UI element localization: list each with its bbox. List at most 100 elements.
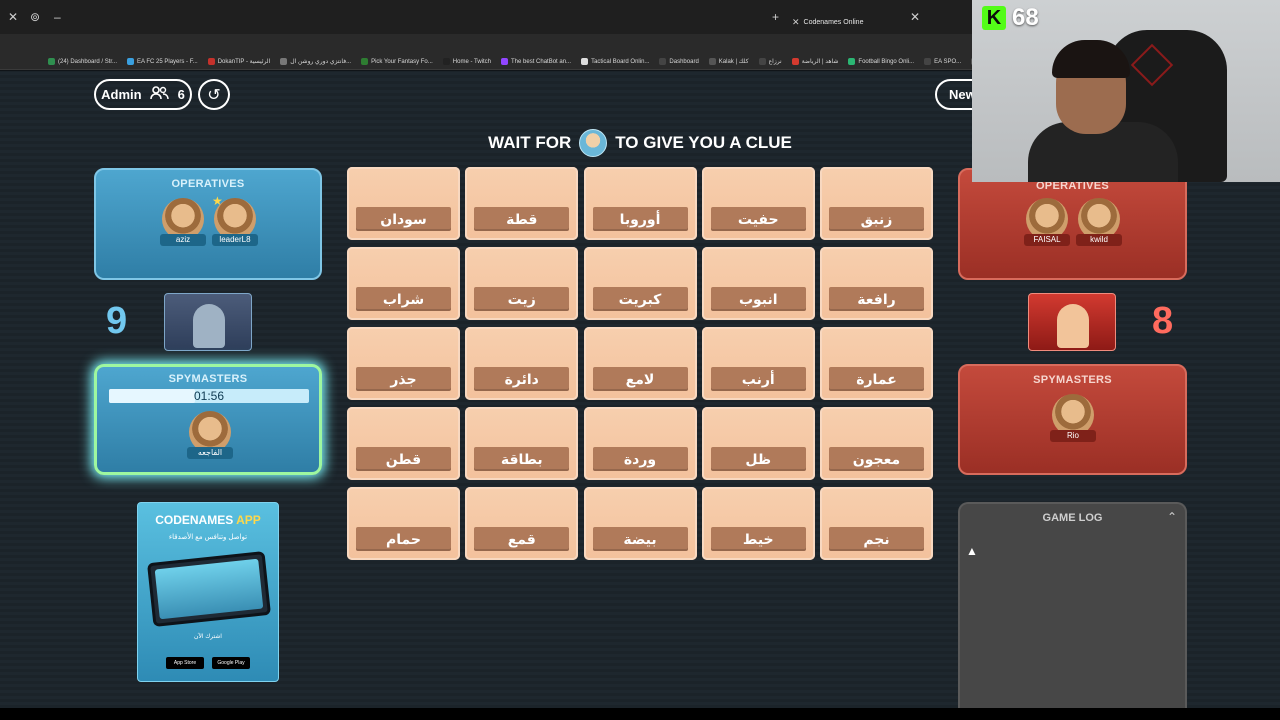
player-name: aziz — [160, 234, 206, 246]
spymaster-avatar-icon — [579, 129, 608, 157]
bookmark-favicon-icon — [48, 58, 55, 65]
word-card[interactable]: قطة — [465, 167, 579, 240]
bookmark-item[interactable]: (24) Dashboard / Str... — [48, 58, 117, 65]
bookmark-item[interactable]: Pick Your Fantasy Fo... — [361, 58, 433, 65]
bookmark-label: Dashboard — [669, 58, 699, 65]
google-play-badge[interactable]: Google Play — [212, 657, 250, 669]
blue-agent-card — [164, 293, 252, 351]
word-card[interactable]: خيط — [701, 487, 815, 560]
new-tab-icon[interactable]: + — [772, 10, 779, 24]
red-agent-card — [1028, 293, 1116, 351]
word-card[interactable]: قطن — [347, 407, 460, 480]
word-card[interactable]: حفيت — [701, 167, 815, 240]
bookmark-favicon-icon — [501, 58, 509, 65]
word-card[interactable]: أوروبا — [583, 167, 697, 240]
bookmark-item[interactable]: EA FC 25 Players - F... — [127, 58, 198, 65]
mouse-cursor-icon: ▲ — [966, 544, 978, 558]
red-score: 8 — [1152, 300, 1174, 342]
bookmark-item[interactable]: شاهد | الرياضة — [791, 58, 838, 65]
blue-spymasters-title: SPYMASTERS — [168, 373, 248, 385]
bookmark-label: Football Bingo Onli... — [858, 58, 915, 65]
bookmark-item[interactable]: Kalak | كلك — [708, 58, 749, 65]
tab-codenames[interactable]: ✕ Codenames Online — [792, 13, 863, 31]
reset-button[interactable]: ↺ — [198, 79, 230, 110]
bookmark-item[interactable]: Home - Twitch — [442, 58, 491, 65]
word-card[interactable]: زيت — [465, 247, 579, 320]
word-card-label: أرنب — [710, 367, 806, 391]
bookmark-label: Kalak | كلك — [718, 59, 749, 65]
clue-banner: WAIT FOR TO GIVE YOU A CLUE — [440, 128, 840, 158]
bookmark-favicon-icon — [708, 58, 716, 65]
word-card[interactable]: سودان — [347, 167, 460, 240]
word-card[interactable]: بطاقة — [465, 407, 579, 480]
word-card[interactable]: زنبق — [820, 167, 933, 240]
word-card[interactable]: لامع — [583, 327, 697, 400]
word-card[interactable]: انبوب — [701, 247, 815, 320]
game-log-panel[interactable]: GAME LOG ⌃ — [958, 502, 1187, 708]
admin-button[interactable]: Admin 6 — [94, 79, 192, 110]
viewer-count: 68 — [1012, 4, 1039, 31]
tablet-screen — [154, 558, 264, 620]
word-card[interactable]: عمارة — [820, 327, 933, 400]
word-card[interactable]: جذر — [347, 327, 460, 400]
bookmark-item[interactable]: The best ChatBot an... — [501, 58, 571, 65]
close-window-icon[interactable]: ✕ — [8, 10, 18, 24]
blue-score: 9 — [106, 300, 128, 342]
bookmark-favicon-icon — [207, 58, 215, 65]
blue-operatives-panel: OPERATIVES aziz ★ leaderL8 — [94, 168, 322, 280]
bookmark-favicon-icon — [659, 58, 667, 65]
word-card-label: زنبق — [829, 207, 924, 231]
word-card[interactable]: وردة — [583, 407, 697, 480]
player-name: leaderL8 — [212, 234, 258, 246]
bookmark-item[interactable]: Dashboard — [659, 58, 699, 65]
word-card[interactable]: ظل — [701, 407, 815, 480]
bookmark-item[interactable]: DokanTIP - الرئيسية — [207, 58, 270, 65]
word-card-label: قطة — [474, 207, 570, 231]
app-store-badge[interactable]: App Store — [166, 657, 204, 669]
word-card[interactable]: شراب — [347, 247, 460, 320]
bookmark-item[interactable]: Tactical Board Onlin... — [581, 58, 649, 65]
word-card-label: وردة — [592, 447, 688, 471]
word-card-label: خيط — [710, 527, 806, 551]
minimize-icon[interactable]: – — [54, 10, 61, 24]
word-card-label: بيضة — [592, 527, 688, 551]
word-card-label: ظل — [710, 447, 806, 471]
viewer-count-badge: K 68 — [982, 4, 1039, 32]
word-card-label: حفيت — [710, 207, 806, 231]
bookmark-label: Pick Your Fantasy Fo... — [371, 58, 433, 65]
word-card[interactable]: قمع — [465, 487, 579, 560]
word-card[interactable]: أرنب — [701, 327, 815, 400]
red-spymaster[interactable]: Rio — [1050, 394, 1096, 442]
word-card[interactable]: حمام — [347, 487, 460, 560]
close-tab-icon[interactable]: ✕ — [910, 10, 920, 24]
word-card[interactable]: دائرة — [465, 327, 579, 400]
word-card-label: أوروبا — [592, 207, 688, 231]
bookmark-label: EA FC 25 Players - F... — [137, 58, 198, 65]
word-card[interactable]: رافعة — [820, 247, 933, 320]
codenames-app-ad[interactable]: CODENAMES APP تواصل وتنافس مع الأصدقاء ا… — [137, 502, 279, 682]
timer-text: 01:56 — [193, 389, 225, 403]
bookmark-item[interactable]: نرزاع — [758, 58, 782, 65]
word-card[interactable]: بيضة — [583, 487, 697, 560]
chevron-up-icon[interactable]: ⌃ — [1167, 510, 1177, 524]
players-icon — [149, 86, 170, 103]
bookmark-favicon-icon — [581, 58, 589, 65]
bookmark-item[interactable]: EA SPO... — [924, 58, 961, 65]
word-card[interactable]: كبريت — [583, 247, 697, 320]
red-operative[interactable]: FAISAL — [1024, 198, 1070, 246]
record-icon[interactable]: ⊚ — [30, 10, 40, 24]
blue-operative[interactable]: aziz — [160, 198, 206, 246]
blue-operative[interactable]: leaderL8 — [212, 198, 258, 246]
bookmark-item[interactable]: فانتزي دوري روشن ال... — [280, 58, 351, 65]
bookmark-favicon-icon — [924, 58, 932, 65]
word-card[interactable]: معجون — [820, 407, 933, 480]
clue-prefix: WAIT FOR — [488, 133, 572, 152]
player-name: Rio — [1050, 430, 1096, 442]
player-name: FAISAL — [1024, 234, 1070, 246]
bookmark-favicon-icon — [442, 58, 450, 65]
bookmark-item[interactable]: Football Bingo Onli... — [848, 58, 914, 65]
close-tab-icon[interactable]: ✕ — [792, 17, 800, 28]
blue-spymaster[interactable]: الفاجعه — [187, 411, 233, 459]
word-card[interactable]: نجم — [820, 487, 933, 560]
red-operative[interactable]: kwild — [1076, 198, 1122, 246]
